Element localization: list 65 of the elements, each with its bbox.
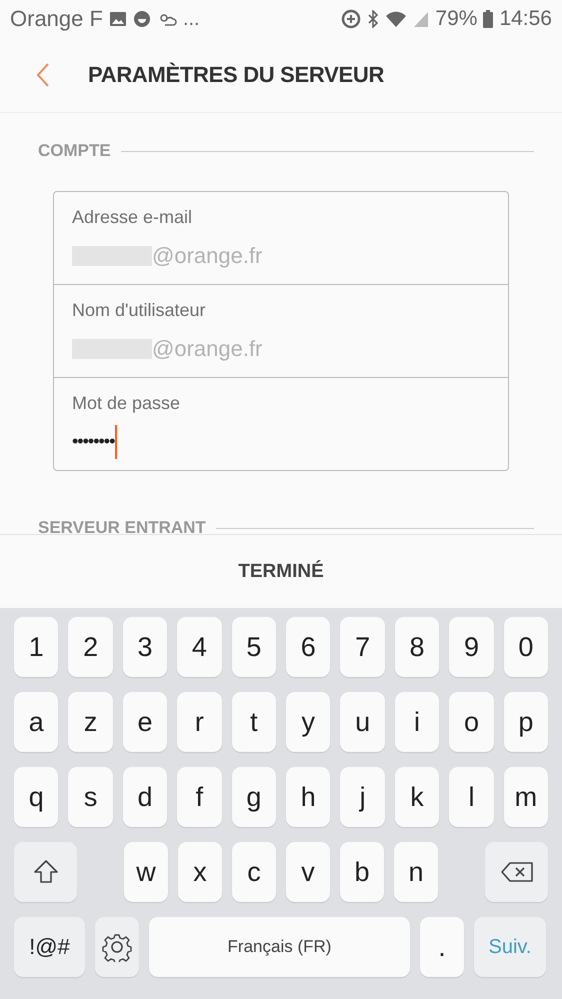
signal-icon bbox=[413, 10, 430, 28]
key[interactable]: 0 bbox=[504, 617, 548, 677]
done-button[interactable]: TERMINÉ bbox=[224, 552, 338, 590]
key[interactable]: 2 bbox=[68, 617, 113, 677]
backspace-icon bbox=[500, 861, 534, 883]
key[interactable]: 4 bbox=[177, 617, 222, 677]
key[interactable]: x bbox=[178, 842, 222, 902]
backspace-key[interactable] bbox=[485, 842, 548, 902]
key[interactable]: o bbox=[449, 692, 494, 752]
space-bar[interactable]: Français (FR) bbox=[149, 917, 410, 977]
key[interactable]: a bbox=[14, 692, 58, 752]
key[interactable]: z bbox=[68, 692, 113, 752]
key[interactable]: 3 bbox=[122, 617, 168, 677]
bluetooth-icon bbox=[367, 10, 380, 28]
key[interactable]: c bbox=[232, 842, 276, 902]
key[interactable]: n bbox=[394, 842, 438, 902]
section-header: SERVEUR ENTRANT bbox=[38, 518, 206, 534]
key[interactable]: e bbox=[122, 692, 168, 752]
key[interactable]: 1 bbox=[14, 617, 58, 677]
screen-title: PARAMÈTRES DU SERVEUR bbox=[88, 62, 384, 88]
key[interactable]: p bbox=[504, 692, 548, 752]
settings-icon bbox=[102, 932, 132, 962]
shift-key[interactable] bbox=[14, 842, 77, 902]
key[interactable]: v bbox=[286, 842, 330, 902]
key[interactable]: 9 bbox=[449, 617, 494, 677]
key[interactable]: 5 bbox=[232, 617, 276, 677]
wifi-icon bbox=[385, 10, 408, 28]
key[interactable]: k bbox=[394, 767, 440, 827]
symbols-key[interactable]: !@# bbox=[14, 917, 85, 977]
field-label: Adresse e-mail bbox=[72, 206, 194, 228]
key[interactable]: w bbox=[124, 842, 168, 902]
key[interactable]: h bbox=[286, 767, 330, 827]
key[interactable]: y bbox=[286, 692, 330, 752]
field-label: Mot de passe bbox=[72, 392, 182, 414]
more-notifications: ... bbox=[182, 8, 200, 30]
battery-percent: 79% bbox=[435, 7, 478, 31]
data-saver-icon bbox=[341, 9, 362, 29]
key[interactable]: d bbox=[122, 767, 168, 827]
shift-icon bbox=[32, 859, 58, 885]
key[interactable]: b bbox=[340, 842, 384, 902]
image-icon bbox=[108, 11, 127, 27]
key[interactable]: 6 bbox=[286, 617, 330, 677]
key[interactable]: m bbox=[504, 767, 548, 827]
key[interactable]: g bbox=[232, 767, 276, 827]
section-header: COMPTE bbox=[38, 141, 111, 161]
key[interactable]: j bbox=[340, 767, 385, 827]
text-cursor bbox=[115, 424, 118, 458]
settings-key[interactable] bbox=[95, 917, 139, 977]
key[interactable]: u bbox=[340, 692, 385, 752]
field-label: Nom d'utilisateur bbox=[72, 300, 206, 320]
key[interactable]: 8 bbox=[394, 617, 440, 677]
key[interactable]: f bbox=[177, 767, 222, 827]
face-icon bbox=[132, 10, 151, 28]
key[interactable]: l bbox=[449, 767, 494, 827]
key[interactable]: 7 bbox=[340, 617, 385, 677]
key[interactable]: . bbox=[420, 917, 464, 977]
key[interactable]: r bbox=[177, 692, 222, 752]
input-field[interactable]: •••••••• bbox=[72, 428, 490, 456]
clock: 14:56 bbox=[499, 7, 552, 31]
key[interactable]: i bbox=[394, 692, 440, 752]
battery-icon bbox=[483, 10, 494, 28]
carrier-name: Orange F bbox=[10, 6, 103, 32]
key[interactable]: t bbox=[232, 692, 276, 752]
key[interactable]: s bbox=[68, 767, 113, 827]
key[interactable]: q bbox=[14, 767, 58, 827]
